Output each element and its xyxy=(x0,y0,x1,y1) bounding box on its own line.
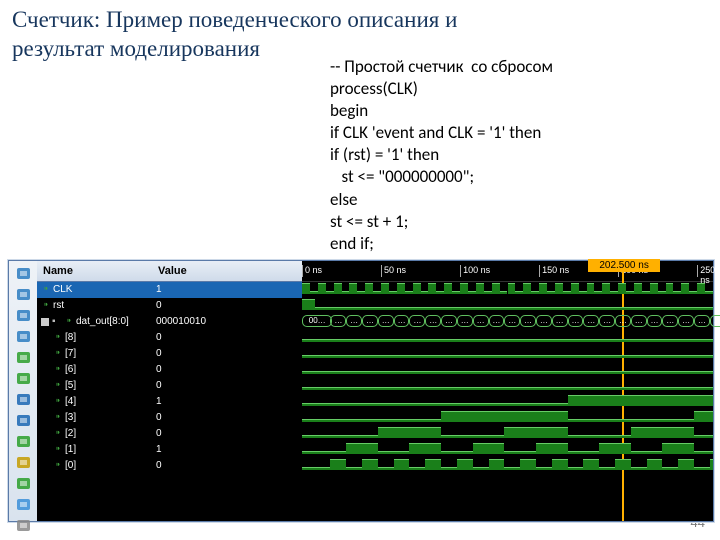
signal-value-row[interactable]: 0 xyxy=(152,298,302,314)
play-icon[interactable] xyxy=(13,432,33,450)
signal-value-column: Value 10000010010000010010 xyxy=(152,261,303,521)
prev-edge-icon[interactable] xyxy=(13,348,33,366)
waveform-area[interactable]: 0 ns50 ns100 ns150 ns200 ns250 ns 202.50… xyxy=(302,261,713,521)
ruler-icon[interactable] xyxy=(13,516,33,534)
cursor-label: 202.500 ns xyxy=(588,259,660,272)
signal-name-row[interactable]: ⁍[4] xyxy=(37,394,152,410)
slide-title: Счетчик: Пример поведенческого описания … xyxy=(12,6,512,64)
signal-value-row[interactable]: 1 xyxy=(152,282,302,298)
next-edge-icon[interactable] xyxy=(13,369,33,387)
last-icon[interactable] xyxy=(13,411,33,429)
waveform-trace xyxy=(302,361,713,377)
time-tick: 250 ns xyxy=(697,265,715,277)
waveform-trace: 00…………………………………………………………………… xyxy=(302,313,713,329)
waveform-trace xyxy=(302,377,713,393)
signal-name-row[interactable]: ⁍[1] xyxy=(37,442,152,458)
waveform-trace xyxy=(302,329,713,345)
waveform-trace xyxy=(302,393,713,409)
signal-name-row[interactable]: ⁍[5] xyxy=(37,378,152,394)
time-tick: 100 ns xyxy=(460,265,490,277)
signal-value: 0 xyxy=(156,298,162,314)
value-header: Value xyxy=(152,261,302,282)
signal-name-row[interactable]: ⁍[8] xyxy=(37,330,152,346)
signal-value-row[interactable]: 1 xyxy=(152,394,302,410)
signal-name-label: CLK xyxy=(53,282,72,298)
signal-name-row[interactable]: ⁍CLK xyxy=(37,282,152,298)
signal-value-row[interactable]: 0 xyxy=(152,426,302,442)
signal-name-row[interactable]: ▪⁍dat_out[8:0] xyxy=(37,314,152,330)
zoom-sel-icon[interactable] xyxy=(13,327,33,345)
signal-name-label: [1] xyxy=(65,442,76,458)
waveform-trace xyxy=(302,457,713,473)
waveform-viewer: Name ⁍CLK⁍rst▪⁍dat_out[8:0]⁍[8]⁍[7]⁍[6]⁍… xyxy=(8,260,714,522)
signal-name-label: [3] xyxy=(65,410,76,426)
time-tick: 0 ns xyxy=(302,265,322,277)
signal-value: 0 xyxy=(156,330,162,346)
signal-value: 0 xyxy=(156,378,162,394)
swap-icon[interactable] xyxy=(13,474,33,492)
signal-value: 1 xyxy=(156,442,162,458)
signal-name-label: [7] xyxy=(65,346,76,362)
signal-value-row[interactable]: 0 xyxy=(152,362,302,378)
signal-name-label: [6] xyxy=(65,362,76,378)
add-marker-icon[interactable] xyxy=(13,453,33,471)
waveform-trace xyxy=(302,441,713,457)
signal-value-row[interactable]: 000010010 xyxy=(152,314,302,330)
signal-value: 0 xyxy=(156,458,162,474)
signal-name-row[interactable]: ⁍rst xyxy=(37,298,152,314)
time-tick: 150 ns xyxy=(539,265,569,277)
signal-name-label: dat_out[8:0] xyxy=(76,314,129,330)
zoom-fit-icon[interactable] xyxy=(13,306,33,324)
signal-value-row[interactable]: 0 xyxy=(152,410,302,426)
zoom-out-icon[interactable] xyxy=(13,285,33,303)
signal-value: 1 xyxy=(156,282,162,298)
waveform-trace xyxy=(302,281,713,297)
waveform-trace xyxy=(302,425,713,441)
signal-name-row[interactable]: ⁍[3] xyxy=(37,410,152,426)
signal-name-label: rst xyxy=(53,298,64,314)
signal-value-row[interactable]: 0 xyxy=(152,378,302,394)
signal-value-row[interactable]: 0 xyxy=(152,458,302,474)
zoom-in-icon[interactable] xyxy=(13,264,33,282)
signal-name-row[interactable]: ⁍[0] xyxy=(37,458,152,474)
waveform-trace xyxy=(302,297,713,313)
signal-name-row[interactable]: ⁍[2] xyxy=(37,426,152,442)
signal-value-row[interactable]: 1 xyxy=(152,442,302,458)
signal-name-label: [8] xyxy=(65,330,76,346)
code-block: -- Простой счетчик со сбросом process(CL… xyxy=(330,56,553,255)
signal-name-column: Name ⁍CLK⁍rst▪⁍dat_out[8:0]⁍[8]⁍[7]⁍[6]⁍… xyxy=(37,261,153,521)
time-tick: 50 ns xyxy=(381,265,406,277)
signal-name-label: [4] xyxy=(65,394,76,410)
signal-name-label: [5] xyxy=(65,378,76,394)
signal-value: 0 xyxy=(156,362,162,378)
signal-value: 1 xyxy=(156,394,162,410)
signal-value-row[interactable]: 0 xyxy=(152,346,302,362)
signal-value: 0 xyxy=(156,426,162,442)
name-header: Name xyxy=(37,261,152,282)
waveform-trace xyxy=(302,409,713,425)
signal-name-row[interactable]: ⁍[6] xyxy=(37,362,152,378)
signal-value: 000010010 xyxy=(156,314,206,330)
signal-value-row[interactable]: 0 xyxy=(152,330,302,346)
signal-name-label: [0] xyxy=(65,458,76,474)
first-icon[interactable] xyxy=(13,390,33,408)
signal-name-label: [2] xyxy=(65,426,76,442)
sim-toolbar xyxy=(9,261,38,521)
waveform-trace xyxy=(302,345,713,361)
signal-name-row[interactable]: ⁍[7] xyxy=(37,346,152,362)
signal-value: 0 xyxy=(156,410,162,426)
measure-icon[interactable] xyxy=(13,495,33,513)
signal-value: 0 xyxy=(156,346,162,362)
